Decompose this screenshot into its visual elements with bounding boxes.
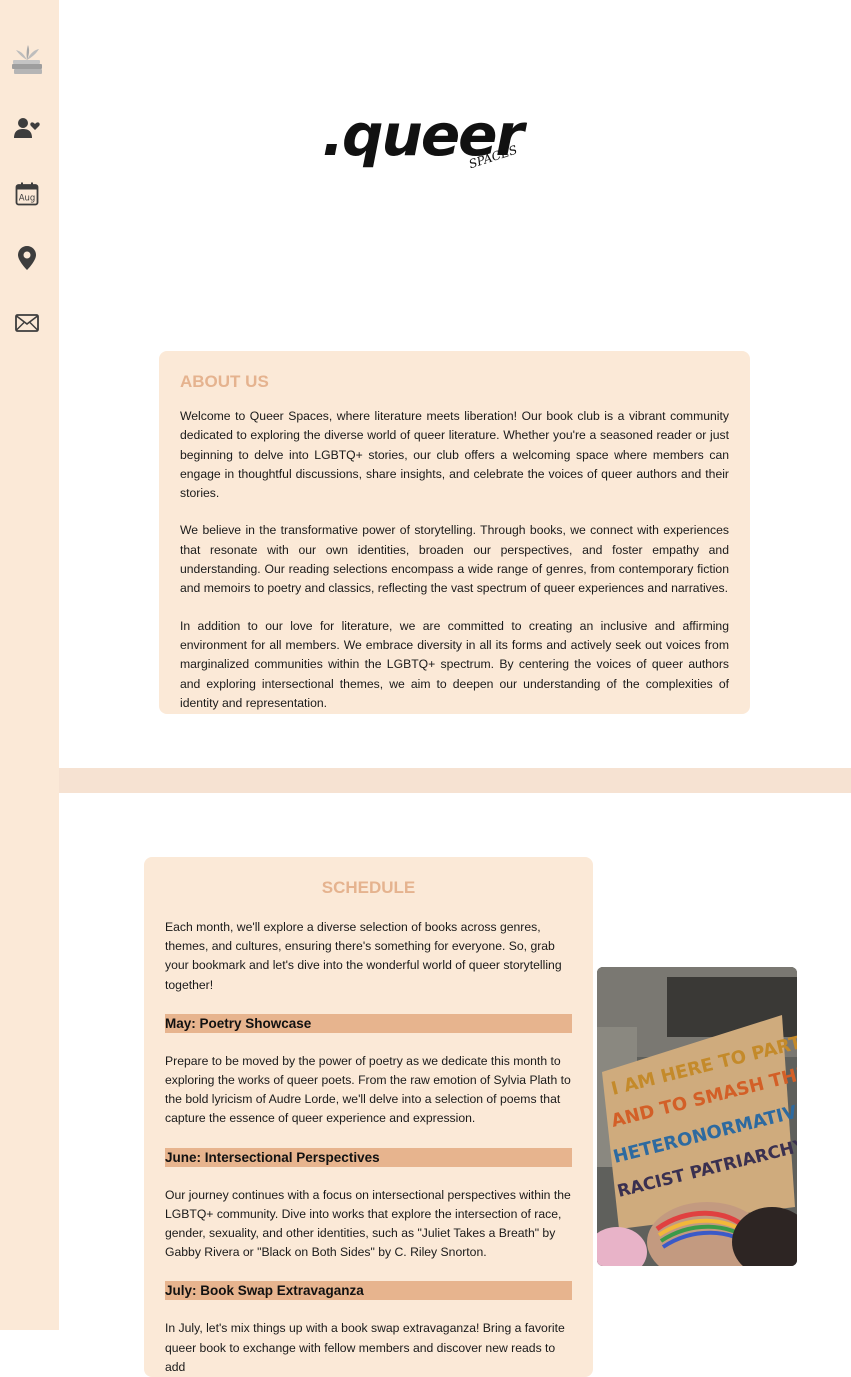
protest-sign-photo: I AM HERE TO PARTY AND TO SMASH THE HETE…: [597, 967, 797, 1266]
sidebar: Aug: [0, 0, 59, 1330]
schedule-title: SCHEDULE: [321, 878, 416, 897]
site-logo[interactable]: .queer SPACES: [322, 100, 524, 180]
envelope-icon: [15, 314, 39, 332]
sidebar-item-location[interactable]: [0, 238, 54, 278]
schedule-intro: Each month, we'll explore a diverse sele…: [165, 920, 562, 992]
sidebar-item-contact[interactable]: [0, 303, 54, 343]
month-description: In July, let's mix things up with a book…: [165, 1321, 565, 1374]
month-heading: June: Intersectional Perspectives: [165, 1147, 572, 1167]
map-pin-icon: [18, 246, 36, 270]
person-heart-icon: [14, 118, 40, 138]
protest-sign-image: I AM HERE TO PARTY AND TO SMASH THE HETE…: [597, 967, 797, 1266]
about-title: ABOUT US: [180, 372, 269, 391]
month-heading: May: Poetry Showcase: [165, 1013, 572, 1033]
month-description: Prepare to be moved by the power of poet…: [165, 1053, 571, 1126]
sidebar-item-about[interactable]: [0, 108, 54, 148]
about-section: ABOUT US Welcome to Queer Spaces, where …: [159, 351, 750, 714]
calendar-month-label: Aug: [19, 194, 36, 204]
calendar-icon: Aug: [15, 182, 39, 206]
book-stack-icon: [12, 45, 42, 74]
month-heading: July: Book Swap Extravaganza: [165, 1281, 572, 1301]
sidebar-item-home[interactable]: [0, 40, 54, 80]
section-divider-band: [59, 768, 851, 793]
month-description: Our journey continues with a focus on in…: [165, 1187, 571, 1260]
schedule-section: SCHEDULE Each month, we'll explore a div…: [144, 857, 593, 1377]
about-paragraph: Welcome to Queer Spaces, where literatur…: [180, 409, 729, 501]
about-paragraph: In addition to our love for literature, …: [180, 618, 729, 710]
about-paragraph: We believe in the transformative power o…: [180, 523, 729, 596]
sidebar-item-schedule[interactable]: Aug: [0, 174, 54, 214]
